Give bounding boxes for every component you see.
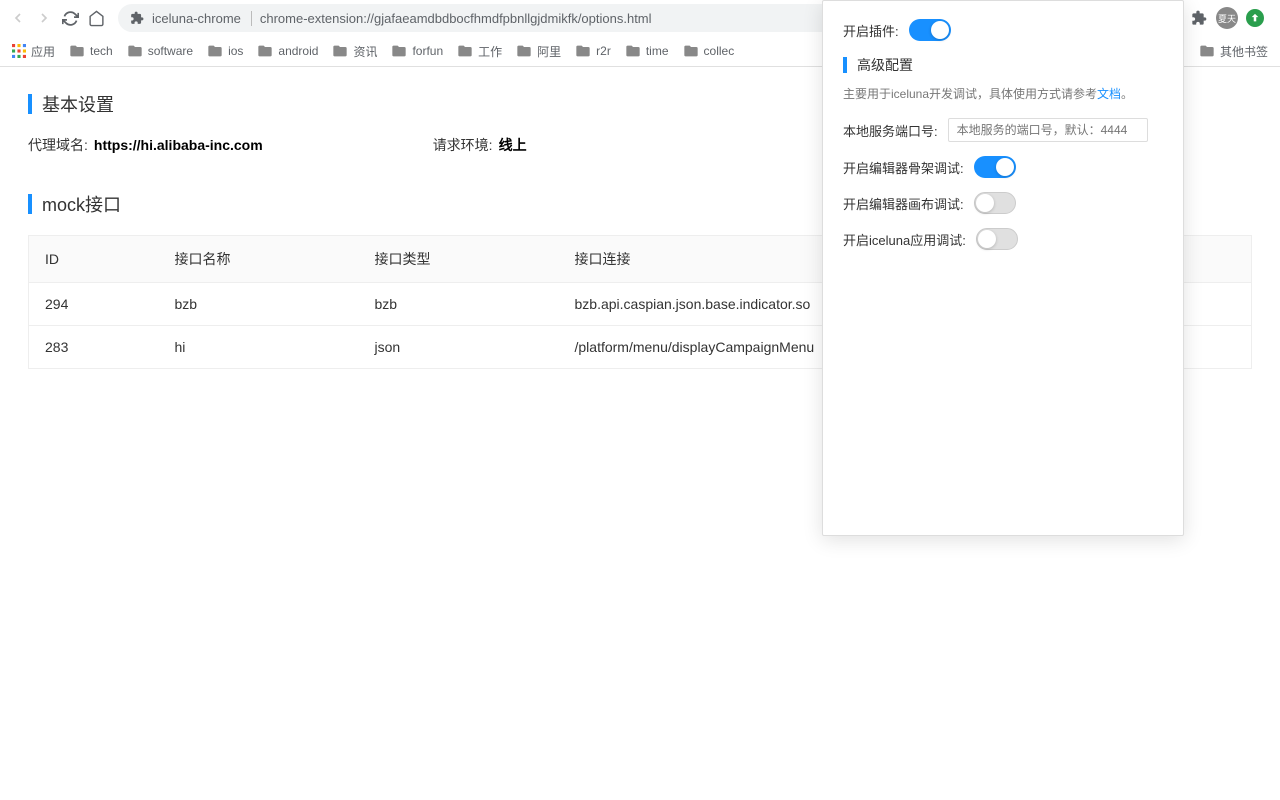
avatar[interactable]: 夏天 [1216,7,1238,29]
reload-button[interactable] [60,8,80,28]
bookmark-folder-ali[interactable]: 阿里 [516,43,561,60]
extension-popup: 开启插件: 高级配置 主要用于iceluna开发调试，具体使用方式请参考文档。 … [822,0,1184,536]
puzzle-icon[interactable] [1190,9,1208,27]
apps-icon [12,44,26,58]
bookmark-folder-r2r[interactable]: r2r [575,43,611,59]
bookmark-folder-forfun[interactable]: forfun [391,43,443,59]
request-env: 请求环境: 线上 [433,135,527,155]
port-label: 本地服务端口号: [843,121,938,140]
back-button[interactable] [8,8,28,28]
cell-id: 294 [29,283,159,326]
skeleton-debug-label: 开启编辑器骨架调试: [843,158,964,177]
cell-type: bzb [359,283,559,326]
th-type: 接口类型 [359,236,559,283]
url-path: chrome-extension://gjafaeamdbdbocfhmdfpb… [260,11,830,26]
bookmark-folder-ios[interactable]: ios [207,43,243,59]
advanced-header: 高级配置 [843,55,1163,75]
enable-plugin-toggle[interactable] [909,19,951,41]
advanced-desc: 主要用于iceluna开发调试，具体使用方式请参考文档。 [843,85,1163,104]
iceluna-debug-label: 开启iceluna应用调试: [843,230,966,249]
apps-label: 应用 [31,43,55,60]
th-name: 接口名称 [159,236,359,283]
ext-icon-last[interactable] [1246,9,1264,27]
bookmark-folder-tech[interactable]: tech [69,43,113,59]
bookmark-folder-time[interactable]: time [625,43,669,59]
canvas-debug-label: 开启编辑器画布调试: [843,194,964,213]
forward-button[interactable] [34,8,54,28]
doc-link[interactable]: 文档 [1097,87,1121,101]
bookmark-folder-work[interactable]: 工作 [457,43,502,60]
th-id: ID [29,236,159,283]
url-ext-name: iceluna-chrome [152,11,252,26]
iceluna-debug-toggle[interactable] [976,228,1018,250]
cell-name: hi [159,326,359,369]
bookmark-folder-collec[interactable]: collec [683,43,735,59]
advanced-title: 高级配置 [857,55,913,75]
env-label: 请求环境: [433,135,493,155]
url-bar[interactable]: iceluna-chrome chrome-extension://gjafae… [118,4,866,32]
skeleton-debug-toggle[interactable] [974,156,1016,178]
proxy-value: https://hi.alibaba-inc.com [94,137,263,153]
proxy-domain: 代理域名: https://hi.alibaba-inc.com [28,135,263,155]
bookmark-folder-android[interactable]: android [257,43,318,59]
proxy-label: 代理域名: [28,135,88,155]
cell-id: 283 [29,326,159,369]
port-input[interactable] [948,118,1148,142]
cell-name: bzb [159,283,359,326]
mock-title: mock接口 [42,191,121,217]
other-bookmarks[interactable]: 其他书签 [1199,43,1268,60]
enable-plugin-label: 开启插件: [843,21,899,40]
extension-icon [130,11,144,25]
bookmark-folder-news[interactable]: 资讯 [332,43,377,60]
cell-type: json [359,326,559,369]
env-value: 线上 [499,135,527,155]
apps-button[interactable]: 应用 [12,43,55,60]
basic-settings-title: 基本设置 [42,91,114,117]
bookmark-folder-software[interactable]: software [127,43,193,59]
home-button[interactable] [86,8,106,28]
canvas-debug-toggle[interactable] [974,192,1016,214]
